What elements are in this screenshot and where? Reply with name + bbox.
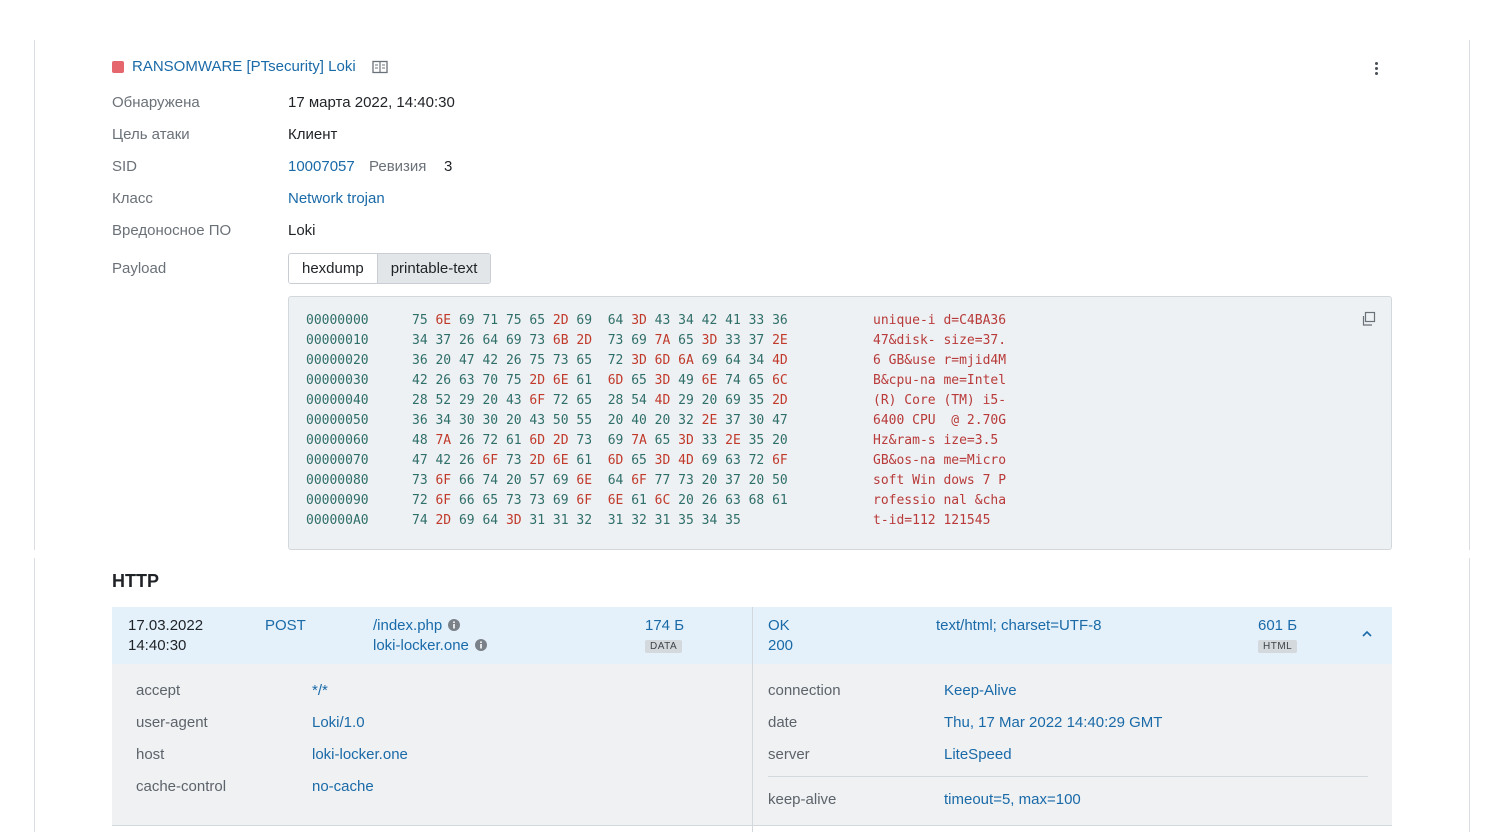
hexdump-offset: 00000040 [306,393,369,408]
revision-label: Ревизия [369,158,427,175]
hexdump-bytes: 36 34 30 30 20 43 50 55 20 40 20 32 2E 3… [412,413,788,428]
response-size-badge: HTML [1258,640,1298,653]
request-header-value: no-cache [312,778,374,795]
hexdump-text: (R) Core (TM) i5- [873,393,1007,408]
request-header-value: Loki/1.0 [312,714,365,731]
host-info-icon[interactable] [474,639,487,651]
card-border-left-lower [34,558,35,832]
payload-label: Payload [112,260,167,277]
response-status-text: OK [768,617,790,634]
request-date: 17.03.2022 [128,617,204,634]
hexdump-offset: 00000010 [306,333,369,348]
revision-value: 3 [444,158,453,175]
card-border-right-lower [1469,558,1470,832]
hexdump-offset: 00000020 [306,353,369,368]
hexdump-text: t-id=112 121545 [873,513,991,528]
hexdump-bytes: 47 42 26 6F 73 2D 6E 61 6D 65 3D 4D 69 6… [412,453,788,468]
card-border-left [34,40,35,550]
hexdump-text: 6 GB&use r=mjid4M [873,353,1007,368]
malware-label: Вредоносное ПО [112,222,232,239]
request-size-badge: DATA [645,640,683,653]
hexdump-offset: 00000050 [306,413,369,428]
request-header-key: accept [136,682,181,699]
response-size: 601 Б [1258,617,1298,634]
hexdump-offset: 00000080 [306,473,369,488]
hexdump-text: 47&disk- size=37. [873,333,1007,348]
request-time: 14:40:30 [128,637,187,654]
response-status-code: 200 [768,637,794,654]
hexdump-text: B&cpu-na me=Intel [873,373,1007,388]
hexdump-bytes: 28 52 29 20 43 6F 72 65 28 54 4D 29 20 6… [412,393,788,408]
tab-printable-text[interactable]: printable-text [377,254,491,283]
headers-separator [768,776,1368,777]
request-header-value: */* [312,682,328,699]
path-info-icon[interactable] [448,619,461,631]
copy-icon[interactable] [1361,311,1377,327]
detected-value: 17 марта 2022, 14:40:30 [288,94,455,111]
hexdump-text: soft Win dows 7 P [873,473,1007,488]
hexdump-bytes: 75 6E 69 71 75 65 2D 69 64 3D 43 34 42 4… [412,313,788,328]
request-host: loki-locker.one [373,636,487,656]
alert-header: RANSOMWARE [PTsecurity] Loki [112,58,388,75]
http-section-title: HTTP [112,571,159,591]
response-header-key: keep-alive [768,791,837,808]
response-header-key: server [768,746,810,763]
hexdump-offset: 00000030 [306,373,369,388]
class-link[interactable]: Network trojan [288,190,385,207]
hexdump-offset: 00000000 [306,313,369,328]
request-host-text: loki-locker.one [373,637,469,654]
hexdump-text: Hz&ram-s ize=3.5 [873,433,999,448]
sid-link[interactable]: 10007057 [288,158,355,175]
hexdump-bytes: 34 37 26 64 69 73 6B 2D 73 69 7A 65 3D 3… [412,333,788,348]
hexdump-offset: 00000070 [306,453,369,468]
request-size: 174 Б [645,617,685,634]
response-header-key: date [768,714,798,731]
alert-title-link[interactable]: RANSOMWARE [PTsecurity] Loki [132,58,356,75]
sid-label: SID [112,158,138,175]
detected-label: Обнаружена [112,94,200,111]
severity-indicator [112,60,124,73]
hexdump-bytes: 42 26 63 70 75 2D 6E 61 6D 65 3D 49 6E 7… [412,373,788,388]
hexdump-bytes: 73 6F 66 74 20 57 69 6E 64 6F 77 73 20 3… [412,473,788,488]
response-header-key: connection [768,682,841,699]
payload-view-toggle: hexdump printable-text [288,253,492,284]
request-header-value: loki-locker.one [312,746,408,763]
hexdump-bytes: 72 6F 66 65 73 73 69 6F 6E 61 6C 20 26 6… [412,493,788,508]
hexdump-offset: 000000A0 [306,513,369,528]
request-path: /index.php [373,616,461,636]
hexdump-bytes: 36 20 47 42 26 75 73 65 72 3D 6D 6A 69 6… [412,353,788,368]
response-content-type: text/html; charset=UTF-8 [936,617,1102,634]
more-vertical-icon[interactable] [1366,58,1386,78]
malware-value: Loki [288,222,316,239]
request-response-divider [752,607,753,832]
request-header-key: cache-control [136,778,227,795]
hexdump-text: 6400 CPU @ 2.70G [873,413,1007,428]
chevron-up-icon[interactable] [1360,627,1374,641]
hexdump-bytes: 74 2D 69 64 3D 31 31 32 31 32 31 35 34 3… [412,513,741,528]
request-method: POST [265,617,306,634]
response-header-value: LiteSpeed [944,746,1012,763]
tab-hexdump[interactable]: hexdump [289,254,378,283]
rule-book-icon[interactable] [372,60,388,74]
hexdump-text: rofessio nal &cha [873,493,1007,508]
response-header-value: Keep-Alive [944,682,1017,699]
request-header-key: user-agent [136,714,208,731]
class-label: Класс [112,190,153,207]
response-header-value: Thu, 17 Mar 2022 14:40:29 GMT [944,714,1163,731]
hexdump-offset: 00000090 [306,493,369,508]
hexdump-offset: 00000060 [306,433,369,448]
card-border-right [1469,40,1470,550]
request-header-key: host [136,746,165,763]
response-header-value: timeout=5, max=100 [944,791,1081,808]
hexdump-bytes: 48 7A 26 72 61 6D 2D 73 69 7A 65 3D 33 2… [412,433,788,448]
target-label: Цель атаки [112,126,190,143]
hexdump-panel: 00000000 75 6E 69 71 75 65 2D 69 64 3D 43… [288,296,1392,550]
target-value: Клиент [288,126,338,143]
hexdump-text: GB&os-na me=Micro [873,453,1007,468]
request-path-text: /index.php [373,617,443,634]
hexdump-text: unique-i d=C4BA36 [873,313,1007,328]
